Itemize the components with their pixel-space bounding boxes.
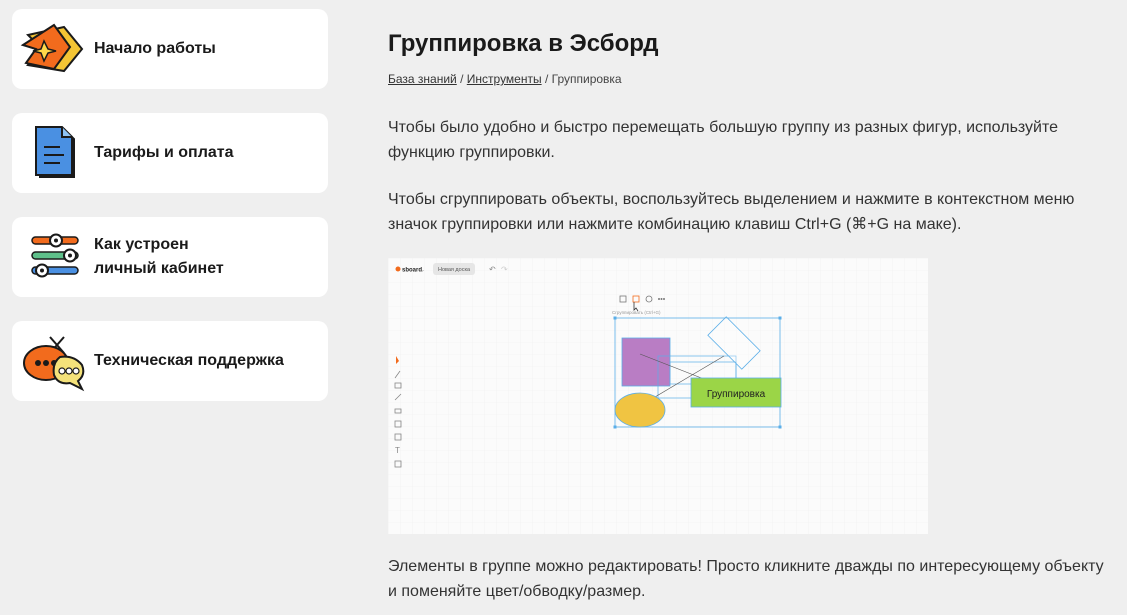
breadcrumb-separator: / (541, 72, 552, 86)
article-paragraph: Элементы в группе можно редактировать! П… (388, 558, 1104, 600)
screenshot-image: sboard ⌄ Новая доска ↶ ↷ T Сгруппировать… (388, 258, 928, 534)
article-paragraph: Чтобы было удобно и быстро перемещать бо… (388, 119, 1059, 161)
rocket-icon (12, 9, 94, 89)
breadcrumb-tools-link[interactable]: Инструменты (467, 72, 542, 86)
page-title: Группировка в Эсборд (388, 30, 659, 57)
sidebar-item-label: Тарифы и оплата (94, 144, 234, 161)
svg-text:⌄: ⌄ (420, 268, 425, 274)
document-icon (12, 113, 94, 193)
sidebar-item-label: Техническая поддержка (94, 352, 284, 369)
breadcrumb-knowledge-base-link[interactable]: База знаний (388, 72, 457, 86)
sidebar-item-account[interactable]: Как устроен личный кабинет (12, 217, 328, 297)
group-label: Группировка (707, 389, 766, 400)
purple-square-shape (621, 337, 671, 387)
sliders-icon (12, 217, 94, 297)
new-board-label: Новая доска (438, 267, 471, 273)
breadcrumb-separator: / (456, 72, 467, 86)
svg-text:↶: ↶ (488, 265, 496, 274)
breadcrumb: База знаний / Инструменты / Группировка (388, 72, 622, 86)
article-paragraph: Чтобы сгруппировать объекты, воспользуйт… (388, 191, 1075, 233)
sidebar-item-getting-started[interactable]: Начало работы (12, 9, 328, 89)
svg-text:↷: ↷ (501, 265, 508, 274)
group-tooltip: Сгруппировать (Ctrl+G) (612, 310, 661, 315)
sidebar-item-label: Как устроен личный кабинет (94, 236, 224, 277)
breadcrumb-current: Группировка (551, 72, 622, 86)
sidebar-item-pricing[interactable]: Тарифы и оплата (12, 113, 328, 193)
chat-bubbles-icon (12, 321, 94, 401)
sidebar-item-label: Начало работы (94, 40, 216, 57)
sidebar-item-support[interactable]: Техническая поддержка (12, 321, 328, 401)
svg-text:T: T (395, 446, 400, 455)
yellow-ellipse-shape (614, 392, 666, 428)
new-board-button: Новая доска (433, 263, 475, 275)
